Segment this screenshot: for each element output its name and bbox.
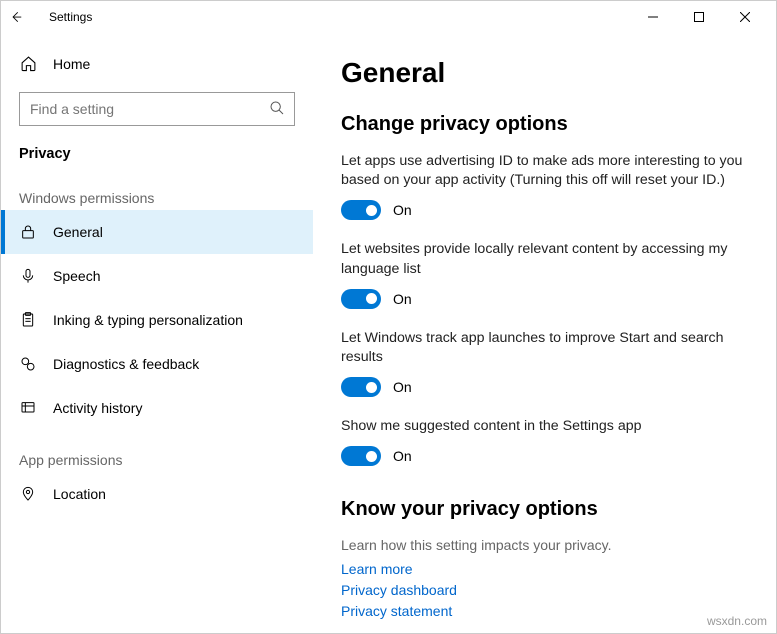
page-title: General xyxy=(341,57,746,89)
sidebar-item-label: Diagnostics & feedback xyxy=(53,356,199,372)
setting-app-launches: Let Windows track app launches to improv… xyxy=(341,329,746,397)
toggle-state: On xyxy=(393,448,412,464)
settings-window: Settings Home Privacy Windows permission… xyxy=(0,0,777,634)
toggle-state: On xyxy=(393,291,412,307)
sidebar-item-diagnostics[interactable]: Diagnostics & feedback xyxy=(1,342,313,386)
sidebar-item-speech[interactable]: Speech xyxy=(1,254,313,298)
toggle-row: On xyxy=(341,200,746,220)
setting-desc: Let websites provide locally relevant co… xyxy=(341,240,746,278)
setting-desc: Let apps use advertising ID to make ads … xyxy=(341,152,746,190)
link-learn-more[interactable]: Learn more xyxy=(341,559,746,580)
toggle-state: On xyxy=(393,379,412,395)
setting-suggested-content: Show me suggested content in the Setting… xyxy=(341,417,746,466)
watermark: wsxdn.com xyxy=(707,614,767,628)
sub-info: Learn how this setting impacts your priv… xyxy=(341,537,746,553)
setting-desc: Let Windows track app launches to improv… xyxy=(341,329,746,367)
toggle-switch[interactable] xyxy=(341,200,381,220)
section-heading: Change privacy options xyxy=(341,113,746,136)
setting-advertising-id: Let apps use advertising ID to make ads … xyxy=(341,152,746,220)
know-privacy-section: Know your privacy options Learn how this… xyxy=(341,498,746,622)
close-button[interactable] xyxy=(722,1,768,33)
toggle-row: On xyxy=(341,377,746,397)
feedback-icon xyxy=(19,356,37,372)
sidebar: Home Privacy Windows permissions General xyxy=(1,33,313,633)
search-input[interactable] xyxy=(19,92,295,126)
home-label: Home xyxy=(53,56,90,72)
sidebar-item-location[interactable]: Location xyxy=(1,472,313,516)
home-nav[interactable]: Home xyxy=(1,47,313,80)
window-body: Home Privacy Windows permissions General xyxy=(1,33,776,633)
link-privacy-statement[interactable]: Privacy statement xyxy=(341,601,746,622)
sidebar-item-label: General xyxy=(53,224,103,240)
clipboard-icon xyxy=(19,312,37,328)
toggle-switch[interactable] xyxy=(341,377,381,397)
microphone-icon xyxy=(19,268,37,284)
location-icon xyxy=(19,486,37,502)
search-wrap xyxy=(19,92,295,126)
setting-desc: Show me suggested content in the Setting… xyxy=(341,417,746,436)
toggle-switch[interactable] xyxy=(341,446,381,466)
window-title: Settings xyxy=(49,10,92,24)
section-title: Privacy xyxy=(1,126,313,168)
sidebar-item-label: Speech xyxy=(53,268,100,284)
back-button[interactable] xyxy=(9,10,29,24)
group-app-permissions: App permissions xyxy=(1,430,313,472)
group-windows-permissions: Windows permissions xyxy=(1,168,313,210)
sidebar-item-label: Activity history xyxy=(53,400,142,416)
content-pane: General Change privacy options Let apps … xyxy=(313,33,776,633)
search-icon xyxy=(269,100,285,116)
sidebar-item-general[interactable]: General xyxy=(1,210,313,254)
sidebar-item-inking[interactable]: Inking & typing personalization xyxy=(1,298,313,342)
setting-language-list: Let websites provide locally relevant co… xyxy=(341,240,746,308)
toggle-row: On xyxy=(341,289,746,309)
toggle-row: On xyxy=(341,446,746,466)
titlebar: Settings xyxy=(1,1,776,33)
sidebar-item-label: Inking & typing personalization xyxy=(53,312,243,328)
sidebar-item-activity[interactable]: Activity history xyxy=(1,386,313,430)
sidebar-item-label: Location xyxy=(53,486,106,502)
home-icon xyxy=(19,55,37,72)
window-controls xyxy=(630,1,768,33)
toggle-switch[interactable] xyxy=(341,289,381,309)
section-heading: Know your privacy options xyxy=(341,498,746,521)
maximize-button[interactable] xyxy=(676,1,722,33)
toggle-state: On xyxy=(393,202,412,218)
link-privacy-dashboard[interactable]: Privacy dashboard xyxy=(341,580,746,601)
lock-icon xyxy=(19,224,37,240)
history-icon xyxy=(19,400,37,416)
minimize-button[interactable] xyxy=(630,1,676,33)
